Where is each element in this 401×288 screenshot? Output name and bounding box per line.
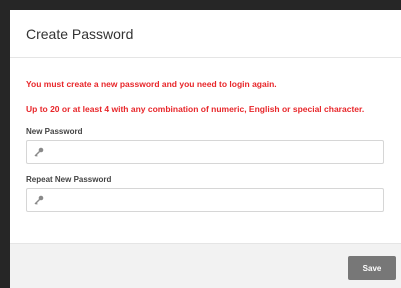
new-password-label: New Password	[26, 127, 83, 136]
save-button[interactable]: Save	[348, 256, 396, 280]
key-icon	[34, 195, 44, 205]
dialog-body: You must create a new password and you n…	[10, 58, 401, 212]
key-icon	[34, 147, 44, 157]
new-password-field[interactable]	[26, 140, 384, 164]
repeat-password-field[interactable]	[26, 188, 384, 212]
repeat-password-label: Repeat New Password	[26, 175, 112, 184]
repeat-password-input[interactable]	[45, 194, 383, 206]
login-warning-text: You must create a new password and you n…	[26, 79, 277, 89]
dialog-header: Create Password	[10, 10, 401, 58]
new-password-input[interactable]	[45, 146, 383, 158]
create-password-dialog: Create Password You must create a new pa…	[10, 10, 401, 288]
dialog-title: Create Password	[26, 25, 134, 42]
password-rules-text: Up to 20 or at least 4 with any combinat…	[26, 104, 365, 114]
dialog-footer: Save	[10, 243, 401, 288]
